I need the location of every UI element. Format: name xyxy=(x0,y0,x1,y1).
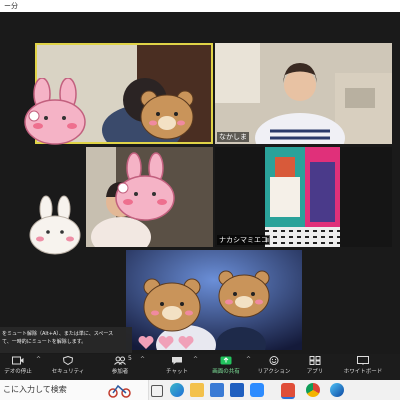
reactions-label: リアクション xyxy=(257,369,291,375)
security-label: セキュリティ xyxy=(51,369,85,375)
rabbit-sticker-icon-white xyxy=(29,195,81,255)
task-view-icon[interactable] xyxy=(151,385,163,397)
share-options-caret[interactable]: ^ xyxy=(246,356,251,363)
window-title: ー分 xyxy=(4,2,18,10)
mail-icon[interactable] xyxy=(230,383,244,397)
share-screen-label: 画面の共有 xyxy=(212,369,240,375)
whiteboard-button[interactable]: ホワイトボード xyxy=(340,354,386,380)
apps-icon xyxy=(309,356,321,365)
rabbit-sticker-icon-2 xyxy=(115,152,175,221)
zoom-active-icon[interactable] xyxy=(281,383,295,399)
chat-label: チャット xyxy=(166,369,188,375)
illustration-icon[interactable] xyxy=(104,382,134,398)
shield-icon xyxy=(62,356,74,365)
apps-label: アプリ xyxy=(306,369,324,375)
tooltip-line-1: をミュート解除（Alt+A）、または単に、スペース xyxy=(2,331,114,337)
chat-options-caret[interactable]: ^ xyxy=(193,356,198,363)
reactions-button[interactable]: リアクション xyxy=(256,354,292,380)
reaction-icon xyxy=(269,356,279,365)
participant-name-2: なかしま xyxy=(217,132,249,142)
tooltip-line-2: て、一時的にミュートを解除します。 xyxy=(2,339,87,345)
chrome-icon[interactable] xyxy=(306,383,320,397)
participant-video-2 xyxy=(215,43,392,144)
zoom-icon[interactable] xyxy=(250,383,264,397)
video-options-caret[interactable]: ^ xyxy=(36,356,41,363)
chat-button[interactable]: チャット xyxy=(160,354,194,380)
participants-label: 参加者 xyxy=(111,369,129,375)
mute-tooltip: をミュート解除（Alt+A）、または単に、スペース て、一時的にミュートを解除し… xyxy=(0,327,132,353)
edge-icon[interactable] xyxy=(170,383,184,397)
store-icon[interactable] xyxy=(210,383,224,397)
participants-icon xyxy=(114,356,126,365)
video-tile-4[interactable]: ナカシマミエコ xyxy=(215,147,392,247)
participant-count: 5 xyxy=(128,355,132,362)
taskbar-search-text: こに入力して検索 xyxy=(3,385,67,394)
meeting-toolbar: デオの停止 ^ セキュリティ 参加者 5 ^ チャット ^ 画面の共有 ^ リア… xyxy=(0,354,400,380)
video-icon xyxy=(12,356,24,365)
stop-video-button[interactable]: デオの停止 xyxy=(0,354,36,380)
participant-name-4: ナカシマミエコ xyxy=(217,235,270,245)
share-screen-icon xyxy=(220,356,232,365)
file-explorer-icon[interactable] xyxy=(190,383,204,397)
chat-icon xyxy=(172,357,182,365)
rabbit-sticker-icon-1 xyxy=(24,78,86,145)
whiteboard-icon xyxy=(357,356,369,365)
whiteboard-label: ホワイトボード xyxy=(343,369,383,375)
bear-sticker-icon-2 xyxy=(143,278,201,332)
participant-video-4 xyxy=(215,147,392,247)
stop-video-label: デオの停止 xyxy=(4,369,32,375)
heart-reactions-icon xyxy=(138,335,194,349)
video-tile-2[interactable]: なかしま xyxy=(215,43,392,144)
participants-options-caret[interactable]: ^ xyxy=(140,356,145,363)
bear-sticker-icon xyxy=(140,90,194,140)
edge-icon-2[interactable] xyxy=(330,383,344,397)
apps-button[interactable]: アプリ xyxy=(302,354,328,380)
share-screen-button[interactable]: 画面の共有 xyxy=(206,354,246,380)
window-titlebar: ー分 xyxy=(0,0,400,12)
security-button[interactable]: セキュリティ xyxy=(46,354,90,380)
bear-sticker-icon-3 xyxy=(218,270,270,318)
